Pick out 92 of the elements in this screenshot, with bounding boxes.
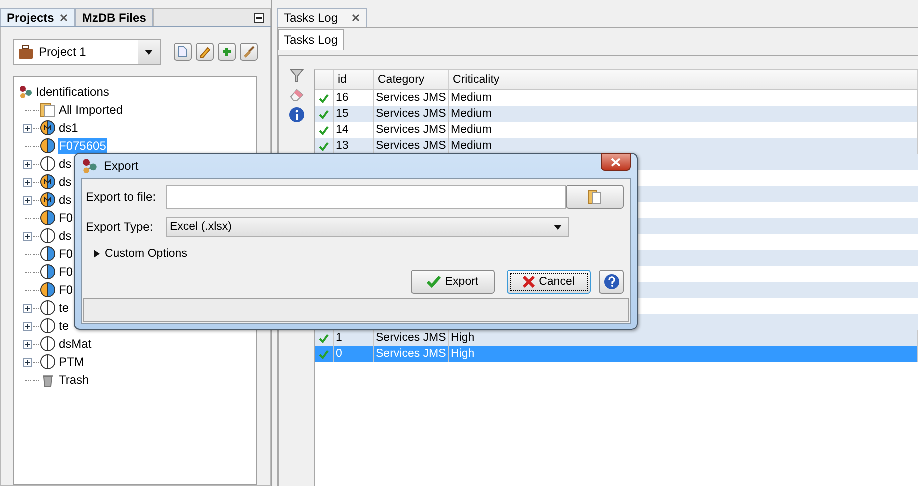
- close-icon[interactable]: [60, 14, 68, 22]
- cancel-button[interactable]: Cancel: [507, 270, 591, 294]
- dataset-icon: [40, 246, 56, 262]
- expand-icon[interactable]: [23, 232, 32, 240]
- tree-item[interactable]: dsMat: [58, 336, 93, 352]
- column-header[interactable]: Category: [374, 70, 449, 89]
- tree-item[interactable]: ds: [58, 228, 73, 244]
- table-row[interactable]: 15 Services JMS Medium: [315, 106, 918, 122]
- tree-item[interactable]: PTM: [58, 354, 86, 370]
- tree-item[interactable]: ds1: [58, 120, 80, 136]
- dropdown-arrow-icon: [145, 50, 153, 54]
- edit-button[interactable]: [196, 43, 214, 61]
- dataset-icon: [40, 210, 56, 226]
- broom-icon: [243, 46, 255, 58]
- field-label: Export Type:: [86, 220, 154, 234]
- help-icon: [604, 274, 620, 290]
- dataset-icon: [40, 156, 56, 172]
- expand-icon[interactable]: [23, 196, 32, 204]
- panel-tab[interactable]: Projects: [0, 8, 76, 26]
- tree-item[interactable]: F0: [58, 210, 74, 226]
- minimize-button[interactable]: [254, 12, 264, 22]
- close-icon[interactable]: [352, 14, 360, 22]
- dropdown-arrow-icon: [554, 224, 562, 230]
- cross-icon: [523, 276, 536, 288]
- dataset-icon: [40, 174, 56, 190]
- tree-item[interactable]: F0: [58, 246, 74, 262]
- plus-icon: [222, 47, 232, 57]
- expand-icon: [93, 250, 100, 258]
- close-button[interactable]: [601, 153, 631, 171]
- view-tab[interactable]: Tasks Log: [278, 29, 344, 50]
- expand-icon[interactable]: [23, 160, 32, 168]
- info-icon[interactable]: [288, 107, 304, 123]
- tree-item[interactable]: te: [58, 318, 70, 334]
- dataset-icon: [40, 228, 56, 244]
- project-dropdown[interactable]: Project 1: [13, 39, 161, 65]
- column-header[interactable]: Criticality: [449, 70, 918, 89]
- dialog-title: Export: [104, 159, 139, 173]
- expand-icon[interactable]: [23, 178, 32, 186]
- pencil-icon: [199, 46, 211, 58]
- molecule-icon: [19, 85, 33, 99]
- export-button[interactable]: Export: [411, 270, 495, 294]
- document-icon: [178, 46, 188, 58]
- browse-button[interactable]: [566, 185, 624, 209]
- tree-item[interactable]: ds: [58, 156, 73, 172]
- briefcase-icon: [18, 44, 34, 60]
- tree-item[interactable]: Trash: [58, 372, 90, 388]
- dataset-icon: [40, 264, 56, 280]
- table-cell: Services JMS: [374, 346, 449, 362]
- tree-item[interactable]: ds: [58, 174, 73, 190]
- tree-item[interactable]: F0: [58, 282, 74, 298]
- tree-item[interactable]: te: [58, 300, 70, 316]
- table-row[interactable]: 13 Services JMS Medium: [315, 138, 918, 154]
- tree-item[interactable]: ds: [58, 192, 73, 208]
- table-row[interactable]: 1 Services JMS High: [315, 330, 918, 346]
- add-button[interactable]: [218, 43, 236, 61]
- filter-icon[interactable]: [290, 69, 304, 83]
- expand-icon[interactable]: [23, 304, 32, 312]
- trash-icon: [40, 372, 56, 388]
- field-label: Export to file:: [86, 190, 158, 204]
- help-button[interactable]: [599, 270, 624, 294]
- dataset-icon: [40, 354, 56, 370]
- column-header[interactable]: id: [334, 70, 374, 89]
- dataset-icon: [40, 192, 56, 208]
- expand-icon[interactable]: [23, 124, 32, 132]
- clear-button[interactable]: [240, 43, 258, 61]
- expand-icon[interactable]: [23, 322, 32, 330]
- minimize-icon: [256, 16, 262, 18]
- tree-item[interactable]: F0: [58, 264, 74, 280]
- tree-item[interactable]: Identifications: [35, 84, 110, 100]
- tree-item[interactable]: All Imported: [58, 102, 124, 118]
- molecule-icon: [82, 158, 98, 174]
- close-icon: [611, 158, 621, 166]
- file-path-field[interactable]: [166, 185, 566, 209]
- export-type-dropdown[interactable]: Excel (.xlsx): [166, 217, 569, 237]
- table-cell: 0: [334, 346, 374, 362]
- dataset-icon: [40, 120, 56, 136]
- eraser-icon[interactable]: [288, 88, 304, 102]
- expand-icon[interactable]: [23, 358, 32, 366]
- dataset-icon: [40, 300, 56, 316]
- dataset-icon: [40, 336, 56, 352]
- table-cell: High: [449, 346, 918, 362]
- panel-tab[interactable]: Tasks Log: [277, 8, 368, 27]
- folder-icon: [587, 189, 604, 205]
- dataset-icon: [40, 138, 56, 154]
- new-button[interactable]: [174, 43, 192, 61]
- folder-icon: [40, 102, 56, 118]
- panel-tab[interactable]: MzDB Files: [75, 8, 154, 26]
- expand-icon[interactable]: [23, 340, 32, 348]
- check-icon: [427, 276, 442, 288]
- custom-options-toggle[interactable]: Custom Options: [86, 248, 624, 260]
- dataset-icon: [40, 318, 56, 334]
- dataset-icon: [40, 282, 56, 298]
